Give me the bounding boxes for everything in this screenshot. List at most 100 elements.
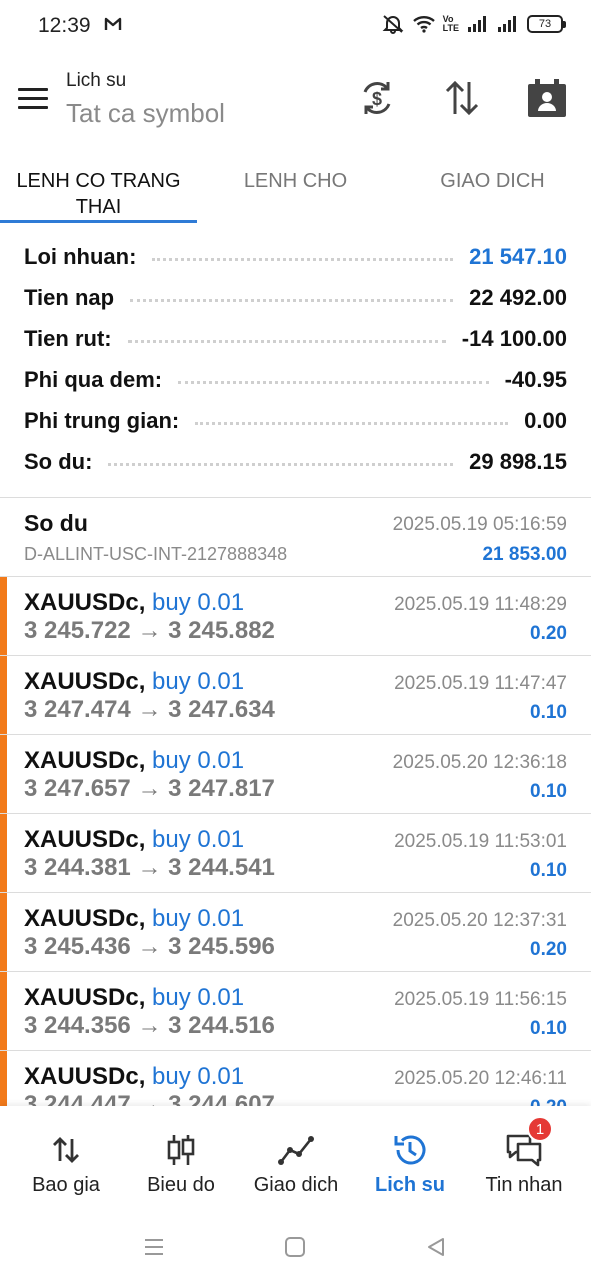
menu-icon[interactable] bbox=[18, 88, 48, 110]
nav-label: Giao dich bbox=[253, 1174, 339, 1196]
tab-deals[interactable]: GIAO DICH bbox=[394, 168, 591, 194]
back-icon bbox=[428, 1238, 444, 1256]
deal-profit: 0.20 bbox=[530, 623, 567, 644]
home-icon bbox=[285, 1237, 305, 1257]
nav-trade[interactable]: Giao dich bbox=[237, 1106, 355, 1210]
nav-label: Tin nhan bbox=[485, 1174, 563, 1196]
summary-value: 29 898.15 bbox=[469, 448, 567, 474]
deal-prices: 3 247.657 → 3 247.817 bbox=[24, 775, 275, 802]
svg-text:$: $ bbox=[372, 89, 382, 109]
system-navigation bbox=[0, 1210, 591, 1280]
deal-profit: 0.10 bbox=[530, 702, 567, 723]
deal-time: 2025.05.20 12:37:31 bbox=[392, 910, 567, 931]
nav-chart[interactable]: Bieu do bbox=[122, 1106, 240, 1210]
tab-orders[interactable]: LENH CHO bbox=[197, 168, 394, 194]
deal-row[interactable]: XAUUSDc, buy 0.01 3 247.474 → 3 247.634 … bbox=[0, 656, 591, 735]
period-button[interactable]: $ bbox=[355, 76, 399, 120]
deal-time: 2025.05.20 12:46:11 bbox=[394, 1068, 567, 1089]
deal-profit: 0.10 bbox=[530, 860, 567, 881]
deal-symbol: XAUUSDc, buy 0.01 bbox=[24, 589, 245, 616]
deal-symbol: XAUUSDc, buy 0.01 bbox=[24, 1063, 245, 1090]
nav-messages[interactable]: 1 Tin nhan bbox=[465, 1106, 583, 1210]
deal-prices: 3 247.474 → 3 247.634 bbox=[24, 696, 275, 723]
nav-quotes[interactable]: Bao gia bbox=[7, 1106, 125, 1210]
battery-icon: 73 bbox=[527, 15, 566, 33]
deal-time: 2025.05.19 11:48:29 bbox=[394, 594, 567, 615]
summary-profit-row: Loi nhuan: 21 547.10 bbox=[0, 236, 591, 277]
deal-row[interactable]: XAUUSDc, buy 0.01 3 245.722 → 3 245.882 … bbox=[0, 577, 591, 656]
summary-swap-row: Phi qua dem: -40.95 bbox=[0, 359, 591, 400]
summary-label: Phi trung gian: bbox=[24, 407, 180, 433]
active-tab-indicator bbox=[0, 220, 197, 223]
tab-positions[interactable]: LENH CO TRANG THAI bbox=[0, 168, 197, 220]
deal-row[interactable]: XAUUSDc, buy 0.01 3 244.447 → 3 244.607 … bbox=[0, 1051, 591, 1106]
summary-label: So du: bbox=[24, 448, 93, 474]
deal-side: buy 0.01 bbox=[152, 589, 245, 616]
nav-history[interactable]: Lich su bbox=[351, 1106, 469, 1210]
dotted-leader bbox=[108, 463, 454, 466]
deal-side: buy 0.01 bbox=[152, 826, 245, 853]
summary-commission-row: Phi trung gian: 0.00 bbox=[0, 400, 591, 441]
status-icons: Vo LTE 73 bbox=[381, 14, 566, 34]
bottom-navigation: Bao gia Bieu do Giao dich Lich su 1 Tin … bbox=[0, 1106, 591, 1210]
deal-symbol: XAUUSDc, buy 0.01 bbox=[24, 984, 245, 1011]
balance-account: D-ALLINT-USC-INT-2127888348 bbox=[24, 544, 288, 564]
divider bbox=[0, 497, 591, 498]
signal-icon-2 bbox=[498, 16, 516, 32]
volte-indicator: Vo LTE bbox=[442, 14, 459, 33]
report-button[interactable] bbox=[525, 76, 569, 120]
balance-entry[interactable]: So du D-ALLINT-USC-INT-2127888348 2025.0… bbox=[0, 500, 591, 576]
wifi-icon bbox=[412, 16, 435, 33]
deal-profit: 0.20 bbox=[530, 1097, 567, 1106]
balance-title: So du bbox=[24, 510, 88, 536]
deal-row[interactable]: XAUUSDc, buy 0.01 3 245.436 → 3 245.596 … bbox=[0, 893, 591, 972]
deal-side: buy 0.01 bbox=[152, 1063, 245, 1090]
deal-prices: 3 245.722 → 3 245.882 bbox=[24, 617, 275, 644]
deal-row[interactable]: XAUUSDc, buy 0.01 3 247.657 → 3 247.817 … bbox=[0, 735, 591, 814]
summary-label: Loi nhuan: bbox=[24, 243, 137, 269]
dotted-leader bbox=[127, 340, 446, 343]
home-button[interactable] bbox=[280, 1232, 310, 1262]
deal-row[interactable]: XAUUSDc, buy 0.01 3 244.356 → 3 244.516 … bbox=[0, 972, 591, 1051]
sort-icon bbox=[445, 80, 479, 116]
unread-badge: 1 bbox=[527, 1116, 553, 1142]
deal-prices: 3 244.381 → 3 244.541 bbox=[24, 854, 275, 881]
nav-label: Bieu do bbox=[147, 1174, 215, 1196]
summary-label: Tien nap bbox=[24, 284, 115, 310]
summary-deposit-row: Tien nap 22 492.00 bbox=[0, 277, 591, 318]
currency-refresh-icon: $ bbox=[363, 82, 391, 114]
deal-time: 2025.05.19 11:47:47 bbox=[394, 673, 567, 694]
recent-apps-button[interactable] bbox=[139, 1232, 169, 1262]
recent-apps-icon bbox=[145, 1239, 163, 1255]
deal-side: buy 0.01 bbox=[152, 747, 245, 774]
calendar-user-icon bbox=[528, 79, 566, 117]
deal-symbol: XAUUSDc, buy 0.01 bbox=[24, 826, 245, 853]
deal-time: 2025.05.19 11:56:15 bbox=[394, 989, 567, 1010]
deal-prices: 3 244.356 → 3 244.516 bbox=[24, 1012, 275, 1039]
deal-row[interactable]: XAUUSDc, buy 0.01 3 244.381 → 3 244.541 … bbox=[0, 814, 591, 893]
back-button[interactable] bbox=[421, 1232, 451, 1262]
deal-symbol: XAUUSDc, buy 0.01 bbox=[24, 747, 245, 774]
status-time: 12:39 bbox=[38, 14, 91, 37]
symbol-filter[interactable]: Tat ca symbol bbox=[66, 98, 225, 129]
summary-balance-row: So du: 29 898.15 bbox=[0, 441, 591, 482]
nav-label: Lich su bbox=[374, 1174, 445, 1196]
chart-icon bbox=[161, 1130, 201, 1170]
deal-side: buy 0.01 bbox=[152, 668, 245, 695]
summary-label: Phi qua dem: bbox=[24, 366, 163, 392]
sort-button[interactable] bbox=[440, 76, 484, 120]
deal-time: 2025.05.19 11:53:01 bbox=[394, 831, 567, 852]
dotted-leader bbox=[152, 258, 454, 261]
summary: Loi nhuan: 21 547.10 Tien nap 22 492.00 … bbox=[0, 236, 591, 482]
deal-profit: 0.10 bbox=[530, 1018, 567, 1039]
dotted-leader bbox=[178, 381, 489, 384]
deals-list: XAUUSDc, buy 0.01 3 245.722 → 3 245.882 … bbox=[0, 577, 591, 1106]
trade-icon bbox=[276, 1130, 316, 1170]
deal-side: buy 0.01 bbox=[152, 905, 245, 932]
dotted-leader bbox=[130, 299, 454, 302]
history-icon bbox=[390, 1130, 430, 1170]
deal-symbol: XAUUSDc, buy 0.01 bbox=[24, 905, 245, 932]
page-title: Lich su bbox=[66, 70, 127, 91]
summary-value: 21 547.10 bbox=[469, 243, 567, 269]
history-tabs: LENH CO TRANG THAI LENH CHO GIAO DICH bbox=[0, 168, 591, 224]
